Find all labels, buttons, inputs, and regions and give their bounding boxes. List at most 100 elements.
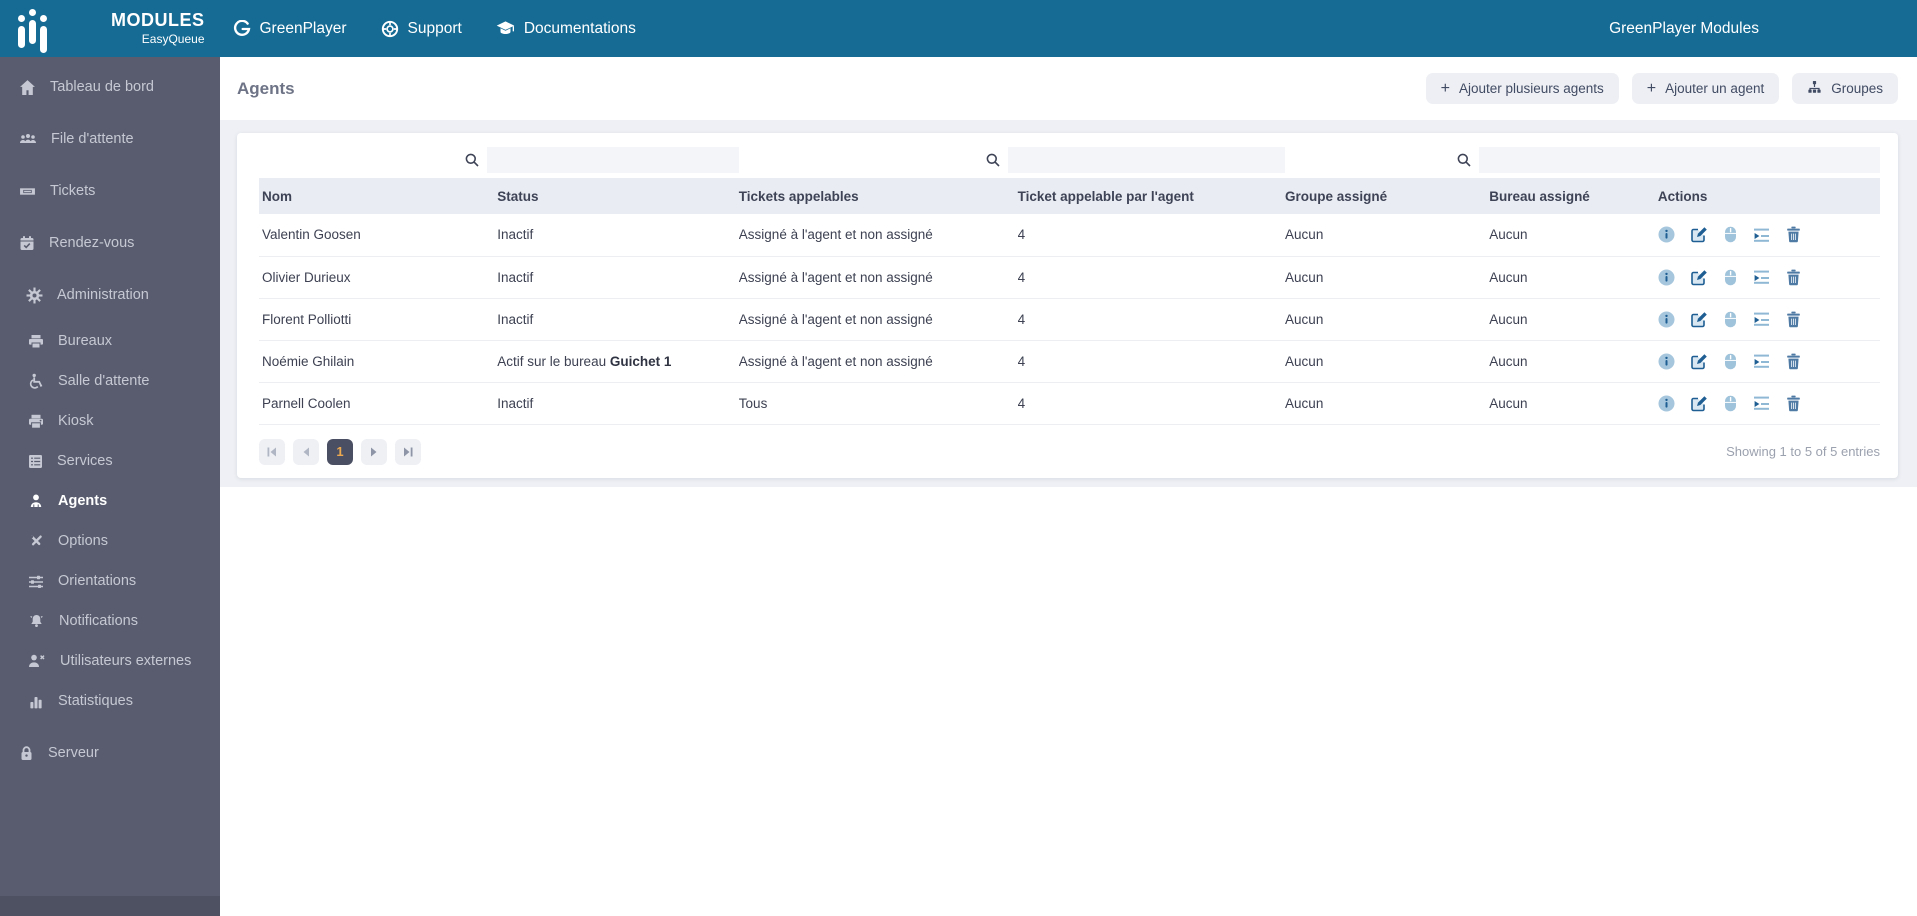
table-row: Noémie Ghilain Actif sur le bureau Guich… (259, 340, 1880, 383)
info-icon[interactable] (1658, 353, 1675, 370)
sidebar-item-statistiques[interactable]: Statistiques (0, 681, 220, 721)
search-icon (1457, 153, 1471, 167)
plus-icon: + (1646, 79, 1657, 97)
add-multiple-agents-button[interactable]: + Ajouter plusieurs agents (1425, 73, 1619, 104)
cell-actions (1657, 214, 1880, 257)
sidebar-item-options[interactable]: Options (0, 521, 220, 561)
cell-appelable: 4 (1017, 298, 1286, 341)
table-header-row: Nom Status Tickets appelables Ticket app… (259, 178, 1880, 214)
search-tickets-input[interactable] (738, 147, 1008, 173)
sidebar-item-administration[interactable]: Administration (0, 269, 220, 321)
add-agent-button[interactable]: + Ajouter un agent (1631, 73, 1780, 104)
kiosk-printer-icon (28, 414, 44, 429)
mouse-icon[interactable] (1724, 269, 1737, 286)
calendar-check-icon (19, 235, 35, 251)
sidebar-item-utilisateurs-externes[interactable]: Utilisateurs externes (0, 641, 220, 681)
sidebar-item-orientations[interactable]: Orientations (0, 561, 220, 601)
search-tickets-appelables[interactable] (738, 147, 1008, 173)
groups-button[interactable]: Groupes (1792, 73, 1898, 104)
playlist-icon[interactable] (1753, 269, 1770, 285)
playlist-icon[interactable] (1753, 353, 1770, 369)
sidebar-item-salle-dattente[interactable]: Salle d'attente (0, 361, 220, 401)
sidebar-item-tableau-de-bord[interactable]: Tableau de bord (0, 61, 220, 113)
trash-icon[interactable] (1786, 226, 1801, 243)
pagination-last-button[interactable] (395, 438, 421, 465)
trash-icon[interactable] (1786, 395, 1801, 412)
cell-tickets: Assigné à l'agent et non assigné (738, 214, 1018, 257)
edit-icon[interactable] (1691, 311, 1708, 328)
brand: MODULES EasyQueue (0, 8, 205, 53)
queue-users-icon (19, 131, 37, 147)
brand-title: MODULES (111, 10, 205, 30)
info-icon[interactable] (1658, 226, 1675, 243)
cell-status: Inactif (497, 298, 739, 341)
person-icon (28, 493, 44, 509)
search-groupe-input[interactable] (1285, 147, 1480, 173)
edit-icon[interactable] (1691, 395, 1708, 412)
cell-appelable: 4 (1017, 382, 1286, 425)
playlist-icon[interactable] (1753, 311, 1770, 327)
sidebar-item-tickets[interactable]: Tickets (0, 165, 220, 217)
edit-icon[interactable] (1691, 226, 1708, 243)
info-icon[interactable] (1658, 395, 1675, 412)
nav-item-documentations[interactable]: Documentations (496, 20, 636, 38)
playlist-icon[interactable] (1753, 395, 1770, 411)
pagination-first-button[interactable] (259, 438, 285, 465)
pagination-next-button[interactable] (361, 438, 387, 465)
cell-bureau: Aucun (1489, 382, 1658, 425)
sidebar-item-agents[interactable]: Agents (0, 481, 220, 521)
search-nom[interactable] (259, 147, 488, 173)
cell-bureau: Aucun (1489, 214, 1658, 257)
info-icon[interactable] (1658, 311, 1675, 328)
cell-status: Actif sur le bureau Guichet 1 (497, 340, 739, 383)
sidebar-item-services[interactable]: Services (0, 441, 220, 481)
cell-tickets: Assigné à l'agent et non assigné (738, 340, 1018, 383)
cell-appelable: 4 (1017, 214, 1286, 257)
playlist-icon[interactable] (1753, 227, 1770, 243)
sidebar-item-notifications[interactable]: Notifications (0, 601, 220, 641)
cell-tickets: Tous (738, 382, 1018, 425)
pagination-prev-button[interactable] (293, 438, 319, 465)
cell-nom: Florent Polliotti (259, 298, 498, 341)
column-header-status: Status (497, 178, 739, 214)
cell-nom: Parnell Coolen (259, 382, 498, 425)
search-icon (465, 153, 479, 167)
agents-table-card: Nom Status Tickets appelables Ticket app… (237, 133, 1898, 478)
sidebar-item-bureaux[interactable]: Bureaux (0, 321, 220, 361)
bell-icon (28, 613, 45, 629)
trash-icon[interactable] (1786, 311, 1801, 328)
nav-item-greenplayer[interactable]: GreenPlayer (233, 19, 347, 38)
edit-icon[interactable] (1691, 269, 1708, 286)
trash-icon[interactable] (1786, 269, 1801, 286)
sidebar-item-rendez-vous[interactable]: Rendez-vous (0, 217, 220, 269)
sidebar-item-serveur[interactable]: Serveur (0, 727, 220, 779)
page-header: Agents + Ajouter plusieurs agents + Ajou… (220, 57, 1917, 120)
mouse-icon[interactable] (1724, 395, 1737, 412)
column-header-nom: Nom (259, 178, 498, 214)
mouse-icon[interactable] (1724, 311, 1737, 328)
user-x-icon (28, 653, 46, 669)
search-groupe-assigne[interactable] (1285, 147, 1480, 173)
page-title: Agents (237, 78, 295, 98)
gear-icon (26, 287, 43, 304)
tools-icon (28, 533, 44, 549)
nav-item-support[interactable]: Support (381, 20, 462, 38)
plus-icon: + (1440, 79, 1450, 97)
cell-nom: Olivier Durieux (259, 256, 498, 299)
list-icon (28, 454, 43, 469)
graduation-cap-icon (496, 20, 515, 37)
column-header-groupe-assigne: Groupe assigné (1285, 178, 1490, 214)
edit-icon[interactable] (1691, 353, 1708, 370)
trash-icon[interactable] (1786, 353, 1801, 370)
pagination-page-1-button[interactable]: 1 (327, 438, 353, 465)
mouse-icon[interactable] (1724, 226, 1737, 243)
sidebar-item-kiosk[interactable]: Kiosk (0, 401, 220, 441)
search-nom-input[interactable] (259, 147, 488, 173)
cell-groupe: Aucun (1285, 340, 1490, 383)
greenplayer-icon (233, 19, 251, 38)
mouse-icon[interactable] (1724, 353, 1737, 370)
wheelchair-icon (28, 373, 44, 389)
info-icon[interactable] (1658, 269, 1675, 286)
cell-actions (1657, 382, 1880, 425)
sidebar-item-file-dattente[interactable]: File d'attente (0, 113, 220, 165)
